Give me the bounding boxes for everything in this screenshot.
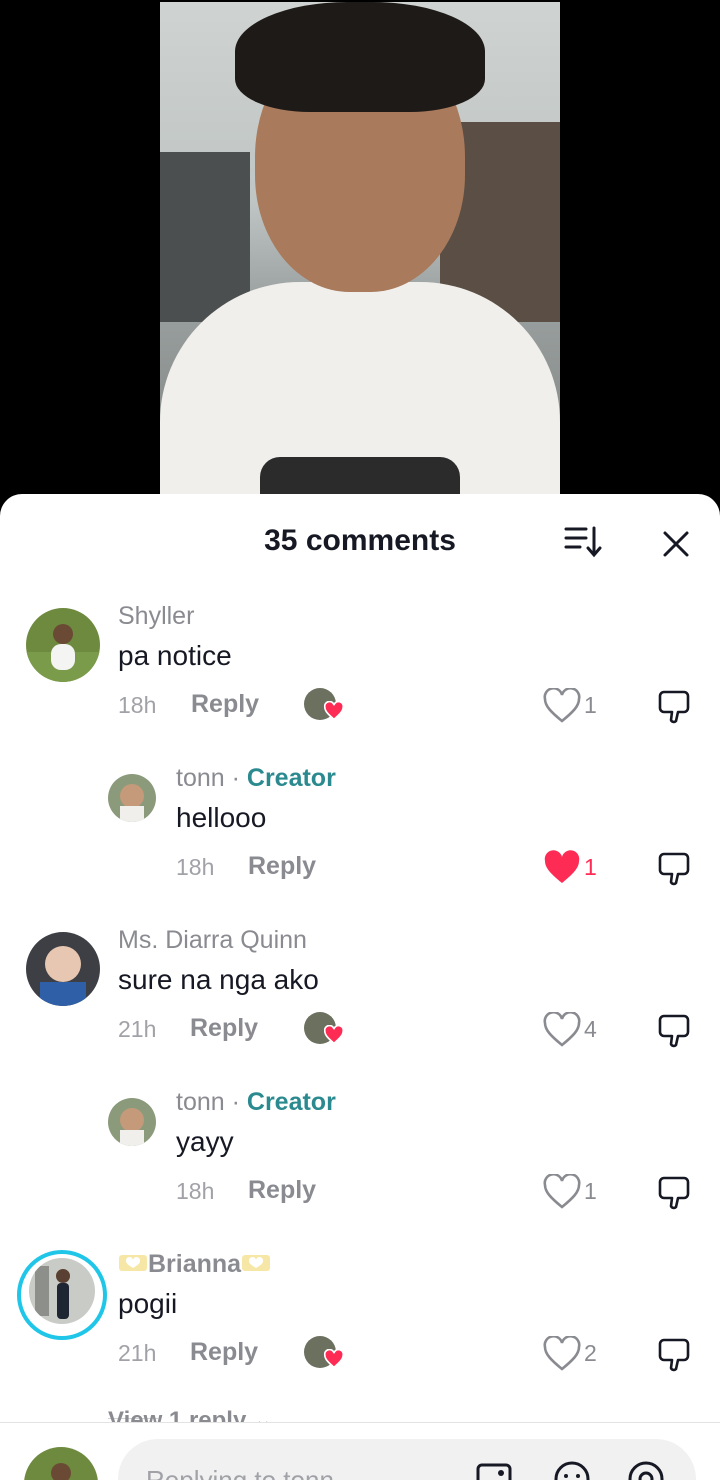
dislike-icon[interactable] bbox=[656, 1172, 696, 1212]
avatar[interactable] bbox=[108, 774, 156, 822]
comment-time: 21h bbox=[118, 1016, 157, 1042]
video-player[interactable] bbox=[160, 2, 560, 502]
like-count: 1 bbox=[584, 854, 597, 880]
comment-composer: Replying to tonn bbox=[0, 1423, 720, 1480]
avatar[interactable] bbox=[26, 932, 100, 1006]
like-count: 2 bbox=[584, 1340, 597, 1366]
reply-button[interactable]: Reply bbox=[191, 690, 259, 719]
close-button[interactable] bbox=[656, 524, 696, 564]
comment-username[interactable]: Brianna bbox=[118, 1250, 271, 1279]
comment-username[interactable]: Ms. Diarra Quinn bbox=[118, 926, 307, 955]
creator-liked-heart-icon bbox=[324, 701, 344, 721]
username-text[interactable]: tonn bbox=[176, 1088, 225, 1116]
comments-title: 35 comments bbox=[264, 524, 456, 557]
comment-input[interactable]: Replying to tonn bbox=[118, 1439, 696, 1480]
comments-header: 35 comments bbox=[0, 494, 720, 586]
self-avatar bbox=[24, 1447, 98, 1480]
comment-text: pa notice bbox=[118, 640, 232, 671]
decorative-frame-icon bbox=[119, 1255, 147, 1271]
reply-button[interactable]: Reply bbox=[248, 852, 316, 881]
sort-icon bbox=[564, 526, 602, 558]
like-count: 1 bbox=[584, 1178, 597, 1204]
username-text[interactable]: Brianna bbox=[148, 1250, 241, 1278]
comment-text: sure na nga ako bbox=[118, 964, 319, 995]
reply-button[interactable]: Reply bbox=[190, 1014, 258, 1043]
heart-icon[interactable] bbox=[542, 1012, 582, 1048]
avatar[interactable] bbox=[29, 1258, 95, 1324]
like-count: 4 bbox=[584, 1016, 597, 1042]
comment-text: hellooo bbox=[176, 802, 267, 833]
comment-item: Ms. Diarra Quinn sure na nga ako 21h Rep… bbox=[0, 924, 720, 1064]
username-separator: · bbox=[224, 1088, 247, 1116]
reply-button[interactable]: Reply bbox=[248, 1176, 316, 1205]
comment-time: 18h bbox=[118, 692, 157, 718]
reply-button[interactable]: Reply bbox=[190, 1338, 258, 1367]
comment-text: yayy bbox=[176, 1126, 234, 1157]
comment-time: 18h bbox=[176, 1178, 215, 1204]
dislike-icon[interactable] bbox=[656, 686, 696, 726]
username-text[interactable]: tonn bbox=[176, 764, 225, 792]
like-count: 1 bbox=[584, 692, 597, 718]
decorative-frame-icon bbox=[242, 1255, 271, 1271]
image-icon[interactable] bbox=[474, 1459, 514, 1480]
comment-username[interactable]: tonn · Creator bbox=[176, 1088, 336, 1117]
comment-input-placeholder: Replying to tonn bbox=[146, 1465, 334, 1480]
heart-icon[interactable] bbox=[542, 1174, 582, 1210]
comment-item: Shyller pa notice 18h Reply 1 bbox=[0, 600, 720, 740]
creator-badge: Creator bbox=[246, 1088, 336, 1116]
dislike-icon[interactable] bbox=[656, 848, 696, 888]
comment-item: Brianna pogii 21h Reply 2 bbox=[0, 1248, 720, 1388]
dislike-icon[interactable] bbox=[656, 1334, 696, 1374]
reply-comment-item: tonn · Creator yayy 18h Reply 1 bbox=[0, 1086, 720, 1226]
heart-icon[interactable] bbox=[542, 850, 582, 886]
reply-comment-item: tonn · Creator hellooo 18h Reply 1 bbox=[0, 762, 720, 902]
heart-icon[interactable] bbox=[542, 688, 582, 724]
dislike-icon[interactable] bbox=[656, 1010, 696, 1050]
video-person-hair bbox=[235, 2, 485, 112]
comment-username[interactable]: Shyller bbox=[118, 602, 194, 631]
username-separator: · bbox=[224, 764, 247, 792]
creator-liked-heart-icon bbox=[324, 1025, 344, 1045]
comment-time: 18h bbox=[176, 854, 215, 880]
comment-time: 21h bbox=[118, 1340, 157, 1366]
emoji-icon[interactable] bbox=[552, 1459, 592, 1480]
heart-icon[interactable] bbox=[542, 1336, 582, 1372]
avatar[interactable] bbox=[26, 608, 100, 682]
avatar[interactable] bbox=[108, 1098, 156, 1146]
comment-text: pogii bbox=[118, 1288, 178, 1319]
mention-icon[interactable] bbox=[626, 1459, 666, 1480]
comment-username[interactable]: tonn · Creator bbox=[176, 764, 336, 793]
creator-liked-heart-icon bbox=[324, 1349, 344, 1369]
sort-button[interactable] bbox=[562, 524, 604, 560]
creator-badge: Creator bbox=[246, 764, 336, 792]
close-icon bbox=[663, 531, 689, 557]
